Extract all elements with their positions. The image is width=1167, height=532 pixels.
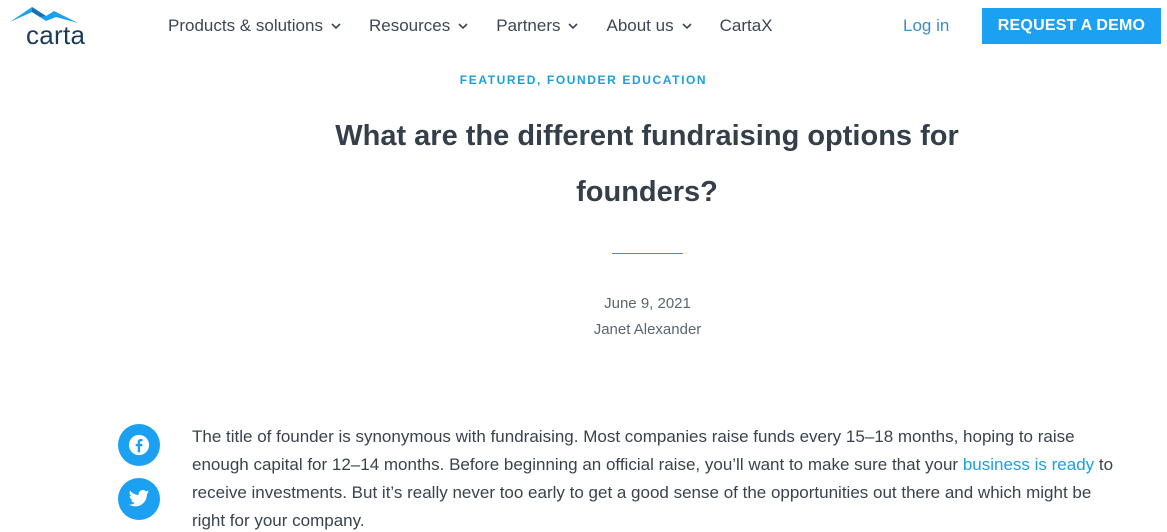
title-divider [612, 253, 683, 254]
nav-resources-label: Resources [368, 16, 451, 35]
request-demo-button[interactable]: REQUEST A DEMO [982, 8, 1161, 44]
nav-partners-label: Partners [496, 16, 561, 35]
login-link[interactable]: Log in [903, 16, 949, 36]
nav-products-label: Products & solutions [168, 16, 323, 35]
article-title-line-1: What are the different fundraising optio… [335, 120, 959, 152]
chevron-down-icon [568, 23, 579, 30]
body-text-start: The title of founder is synonymous with … [192, 427, 1075, 474]
article-date: June 9, 2021 [604, 295, 691, 312]
article-title: What are the different fundraising optio… [283, 108, 1011, 220]
nav-about-us[interactable]: About us [606, 14, 692, 38]
brand-name: carta [26, 20, 86, 50]
nav-resources[interactable]: Resources [369, 14, 468, 38]
chevron-down-icon [458, 23, 468, 30]
twitter-icon [128, 490, 150, 507]
article-author[interactable]: Janet Alexander [0, 321, 1167, 338]
nav-partners[interactable]: Partners [496, 14, 579, 38]
article-body: The title of founder is synonymous with … [192, 423, 1122, 532]
nav-cartax-label: CartaX [719, 16, 773, 35]
main-nav: Products & solutions Resources Partners … [168, 14, 801, 38]
share-facebook-button[interactable] [118, 424, 160, 466]
article-category[interactable]: FEATURED, FOUNDER EDUCATION [0, 73, 1167, 87]
nav-about-us-label: About us [606, 16, 674, 35]
nav-products[interactable]: Products & solutions [168, 14, 341, 38]
facebook-icon [128, 434, 150, 456]
chevron-down-icon [331, 23, 341, 30]
carta-logo[interactable]: carta [10, 4, 94, 50]
chevron-down-icon [682, 23, 692, 30]
site-header: carta Products & solutions Resources Par… [0, 0, 1167, 52]
nav-cartax[interactable]: CartaX [720, 14, 773, 38]
article-title-line-2: founders? [576, 176, 718, 208]
business-ready-link[interactable]: business is ready [963, 455, 1094, 474]
share-twitter-button[interactable] [118, 478, 160, 520]
